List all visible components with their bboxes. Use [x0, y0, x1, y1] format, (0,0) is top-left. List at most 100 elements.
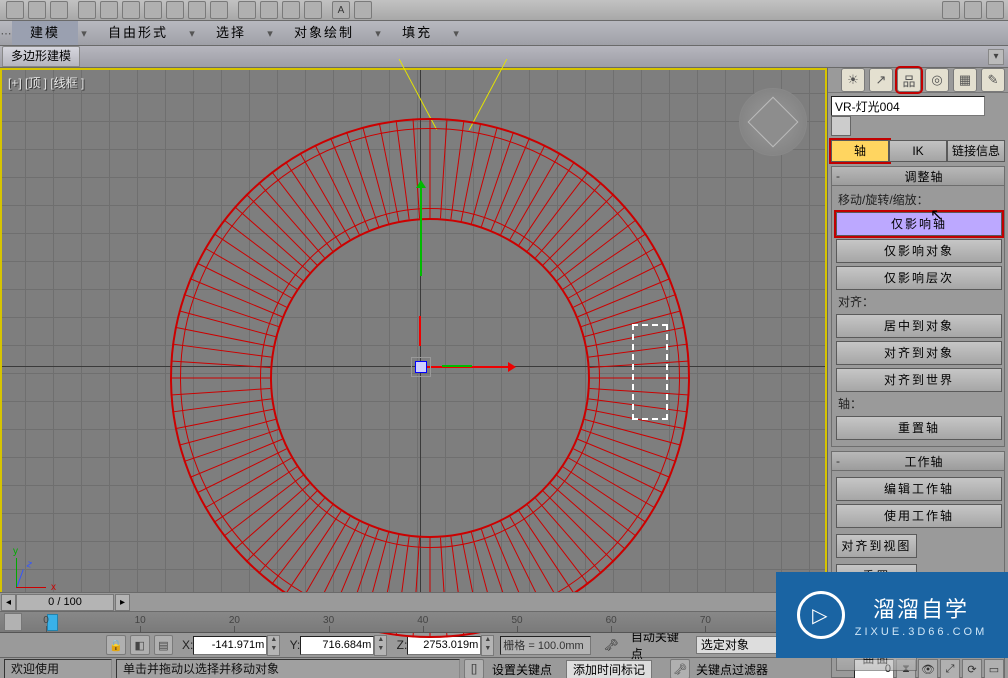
viewport-label[interactable]: [+] [顶 ] [线框 ] [8, 74, 84, 91]
toolbar-icon[interactable] [986, 1, 1004, 19]
toolbar-icon[interactable] [6, 1, 24, 19]
toolbar-icon[interactable] [304, 1, 322, 19]
object-color-swatch[interactable] [831, 116, 851, 136]
timeline-current[interactable]: 0 / 100 [16, 594, 114, 611]
toolbar-icon[interactable] [210, 1, 228, 19]
ribbon-bar: ⋯ 建模 ▾ 自由形式 ▾ 选择 ▾ 对象绘制 ▾ 填充 ▾ [0, 21, 1008, 46]
btn-affect-hierarchy-only[interactable]: 仅影响层次 [836, 266, 1002, 290]
ribbon-tab-objpaint[interactable]: 对象绘制 [276, 21, 372, 45]
viewport-top[interactable]: [+] [顶 ] [线框 ] [0, 68, 827, 612]
ribbon-dd-icon[interactable]: ▾ [78, 27, 90, 40]
key-brackets-icon[interactable]: [] [464, 659, 484, 678]
viewcube[interactable] [739, 88, 807, 156]
tab-modify-icon[interactable]: ↗ [869, 68, 893, 92]
subtab-expand-icon[interactable]: ▾ [988, 49, 1004, 65]
rollout-adjust-pivot: - 调整轴 移动/旋转/缩放： 仅影响轴 仅影响对象 仅影响层次 对齐： 居中到… [831, 166, 1005, 447]
timeline-prev-icon[interactable]: ◂ [1, 594, 16, 611]
tab-utilities-icon[interactable]: ✎ [981, 68, 1005, 92]
toolbar-icon[interactable] [964, 1, 982, 19]
btn-edit-working-pivot[interactable]: 编辑工作轴 [836, 477, 1002, 501]
toolbar-icon[interactable] [282, 1, 300, 19]
selected-segment[interactable] [632, 324, 668, 420]
btn-center-to-object[interactable]: 居中到对象 [836, 314, 1002, 338]
coord-z-input[interactable] [407, 636, 481, 655]
tab-hierarchy-icon[interactable]: 品 [897, 68, 921, 92]
world-axis-indicator [16, 550, 54, 588]
btn-reset-pivot[interactable]: 重置轴 [836, 416, 1002, 440]
maxscript-mini[interactable]: 欢迎使用 MAXScr [4, 659, 112, 678]
hierarchy-subtabs: 轴 IK 链接信息 [831, 140, 1005, 162]
watermark-sub: ZIXUE.3D66.COM [855, 626, 987, 638]
viewcube-face[interactable] [748, 97, 799, 148]
toolbar-icon[interactable] [144, 1, 162, 19]
tab-motion-icon[interactable]: ◎ [925, 68, 949, 92]
subtab-ik[interactable]: IK [889, 140, 947, 162]
rollout-toggle-icon[interactable]: - [832, 454, 844, 468]
annulus-object[interactable] [170, 118, 690, 638]
toolbar-icon[interactable] [100, 1, 118, 19]
selection-center-icon[interactable]: ◧ [130, 635, 150, 655]
rollout-header[interactable]: - 调整轴 [832, 167, 1004, 186]
nav-icon[interactable]: ⤢ [940, 659, 960, 678]
axis-y-icon [16, 558, 17, 588]
ribbon-tab-fill[interactable]: 填充 [384, 21, 450, 45]
toolbar-icon[interactable] [188, 1, 206, 19]
toolbar-icon[interactable] [78, 1, 96, 19]
subtab-linkinfo[interactable]: 链接信息 [947, 140, 1005, 162]
grid-size-input[interactable] [500, 636, 591, 655]
abs-rel-icon[interactable]: ▤ [154, 635, 174, 655]
object-name-row [831, 96, 1005, 136]
btn-affect-pivot-only[interactable]: 仅影响轴 [836, 212, 1002, 236]
ribbon-prev-icon[interactable]: ⋯ [0, 27, 12, 40]
setkey-button[interactable]: 设置关键点 [492, 661, 552, 678]
subtab-pivot[interactable]: 轴 [831, 140, 889, 162]
toolbar-icon[interactable] [28, 1, 46, 19]
nav-icon[interactable]: ⟳ [962, 659, 982, 678]
ribbon-dd-icon[interactable]: ▾ [372, 27, 384, 40]
timeline-config-icon[interactable] [4, 613, 22, 631]
rollout-toggle-icon[interactable]: - [832, 169, 844, 183]
tab-create-icon[interactable]: ☀ [841, 68, 865, 92]
lock-selection-icon[interactable]: 🔒 [106, 635, 126, 655]
toolbar-icon[interactable] [166, 1, 184, 19]
ribbon-tab-modeling[interactable]: 建模 [12, 21, 78, 45]
toolbar-icon[interactable] [238, 1, 256, 19]
btn-align-to-object[interactable]: 对齐到对象 [836, 341, 1002, 365]
btn-affect-object-only[interactable]: 仅影响对象 [836, 239, 1002, 263]
watermark-logo-icon: ▷ [797, 591, 845, 639]
toolbar-icon[interactable] [942, 1, 960, 19]
toolbar-icon[interactable] [122, 1, 140, 19]
ribbon-dd-icon[interactable]: ▾ [264, 27, 276, 40]
toolbar-icon[interactable] [50, 1, 68, 19]
key-icon[interactable]: 🗝 [670, 659, 690, 678]
ribbon-dd-icon[interactable]: ▾ [186, 27, 198, 40]
ribbon-dd-icon[interactable]: ▾ [450, 27, 462, 40]
object-name-input[interactable] [831, 96, 985, 116]
prompt-line: 单击并拖动以选择并移动对象 [116, 659, 460, 678]
keyfilters-button[interactable]: 关键点过滤器 [696, 661, 768, 678]
time-slider-row: ◂ 0 / 100 ▸ [0, 592, 827, 612]
btn-align-to-view[interactable]: 对齐到视图 [836, 534, 917, 558]
toolbar-icon[interactable]: A [332, 1, 350, 19]
nav-icon[interactable]: 👁 [918, 659, 938, 678]
btn-align-to-world[interactable]: 对齐到世界 [836, 368, 1002, 392]
ring-spokes [170, 118, 690, 638]
ribbon-tab-freeform[interactable]: 自由形式 [90, 21, 186, 45]
timeline-next-icon[interactable]: ▸ [115, 594, 130, 611]
addtimemark-button[interactable]: 添加时间标记 [566, 660, 652, 678]
rollout-title: 工作轴 [844, 453, 1004, 470]
btn-use-working-pivot[interactable]: 使用工作轴 [836, 504, 1002, 528]
axis-x-icon [16, 587, 46, 588]
tab-display-icon[interactable]: ▦ [953, 68, 977, 92]
ribbon-tab-select[interactable]: 选择 [198, 21, 264, 45]
key-icon[interactable]: 🗝 [599, 638, 623, 652]
toolbar-icon[interactable] [260, 1, 278, 19]
group-label: 轴： [838, 395, 1000, 412]
nav-icon[interactable]: ▭ [984, 659, 1004, 678]
rollout-header[interactable]: - 工作轴 [832, 452, 1004, 471]
coord-x-input[interactable] [193, 636, 267, 655]
subtab-polymodel[interactable]: 多边形建模 [2, 46, 80, 67]
coord-y-input[interactable] [300, 636, 374, 655]
toolbar-icon[interactable] [354, 1, 372, 19]
watermark-overlay: ▷ 溜溜自学 ZIXUE.3D66.COM [776, 572, 1008, 658]
